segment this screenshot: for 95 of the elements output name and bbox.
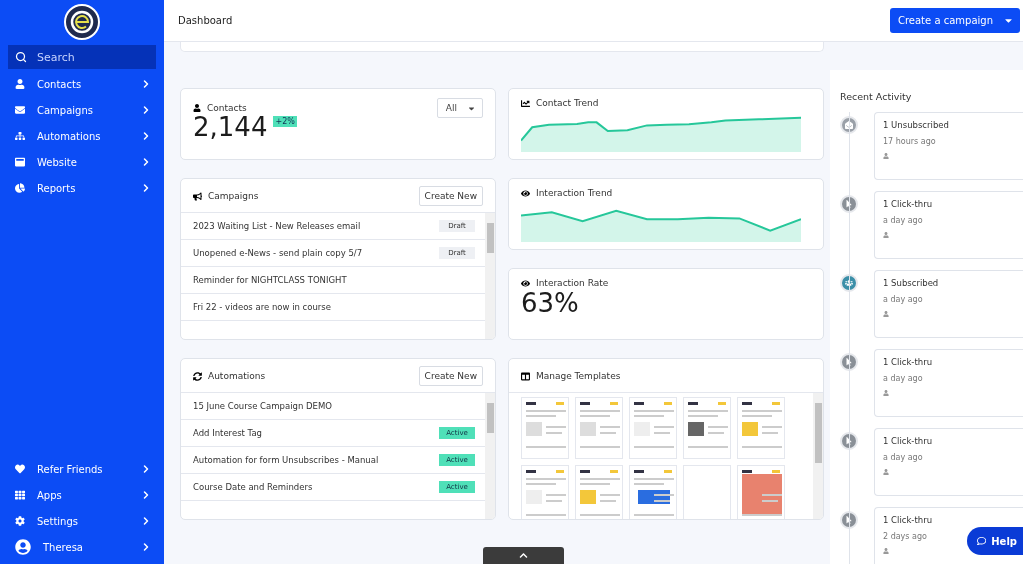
card-title: Contact Trend: [536, 98, 599, 108]
nav-item[interactable]: Contacts: [8, 71, 156, 97]
nav-item[interactable]: Automations: [8, 123, 156, 149]
activity-time: a day ago: [883, 216, 924, 225]
search-icon: [15, 51, 27, 63]
activity-card[interactable]: 1 Click-thru a day ago: [874, 349, 1023, 417]
template-thumbnail[interactable]: [683, 397, 731, 459]
activity-time: a day ago: [883, 374, 924, 383]
create-campaign-button[interactable]: Create a campaign: [889, 8, 1020, 33]
eye-icon: [521, 278, 530, 288]
activity-time: 2 days ago: [883, 532, 928, 541]
template-thumbnail[interactable]: [629, 465, 677, 519]
card-title: Campaigns: [208, 191, 259, 201]
nav-item[interactable]: Theresa: [8, 534, 156, 560]
person-icon: [883, 311, 889, 317]
avatar-icon: [15, 539, 31, 555]
nav-item[interactable]: Settings: [8, 508, 156, 534]
row-title: Reminder for NIGHTCLASS TONIGHT: [193, 275, 347, 285]
person-icon: [15, 79, 25, 89]
logo-icon[interactable]: [64, 4, 100, 40]
activity-card[interactable]: 1 Subscribed a day ago: [874, 270, 1023, 338]
person-icon: [883, 548, 889, 554]
person-icon: [193, 104, 201, 112]
filter-dropdown[interactable]: All: [436, 98, 483, 118]
row-title: Add Interest Tag: [193, 428, 262, 438]
search-field[interactable]: Search: [8, 45, 156, 69]
nav-item[interactable]: Website: [8, 149, 156, 175]
scrollbar[interactable]: [485, 213, 495, 339]
person-icon: [883, 232, 889, 238]
contacts-count: 2,144: [193, 112, 268, 142]
activity-title: 1 Click-thru: [883, 515, 934, 525]
row-title: 15 June Course Campaign DEMO: [193, 401, 332, 411]
activity-card[interactable]: 1 Click-thru a day ago: [874, 191, 1023, 259]
template-thumbnail[interactable]: [737, 465, 785, 519]
card-title: Interaction Rate: [536, 278, 609, 288]
activity-title: 1 Unsubscribed: [883, 120, 950, 130]
window-icon: [15, 157, 25, 167]
activity-card[interactable]: 1 Click-thru a day ago: [874, 428, 1023, 496]
list-row[interactable]: Fri 22 - videos are now in course: [181, 294, 485, 321]
activity-time: 17 hours ago: [883, 137, 937, 146]
template-thumbnail[interactable]: [521, 465, 569, 519]
list-row[interactable]: Reminder for NIGHTCLASS TONIGHT: [181, 267, 485, 294]
nav-item[interactable]: Reports: [8, 175, 156, 201]
scroll-up-button[interactable]: [483, 547, 564, 564]
template-thumbnail[interactable]: [575, 465, 623, 519]
scrollbar[interactable]: [813, 393, 823, 519]
activity-title: 1 Click-thru: [883, 436, 934, 446]
template-icon: [521, 371, 530, 381]
sitemap-icon: [15, 131, 25, 141]
person-icon: [883, 153, 889, 159]
grid-icon: [15, 490, 25, 500]
card-title: Automations: [208, 371, 266, 381]
nav-item[interactable]: Refer Friends: [8, 456, 156, 482]
row-title: Course Date and Reminders: [193, 482, 313, 492]
card-title: Interaction Trend: [536, 188, 613, 198]
nav-item[interactable]: Apps: [8, 482, 156, 508]
refresh-icon: [193, 371, 202, 381]
template-thumbnail[interactable]: [575, 397, 623, 459]
megaphone-icon: [193, 191, 202, 201]
activity-card[interactable]: 1 Unsubscribed 17 hours ago: [874, 112, 1023, 180]
chat-icon: [977, 535, 987, 547]
template-thumbnail[interactable]: [521, 397, 569, 459]
eye-icon: [521, 188, 530, 198]
create-new-button[interactable]: Create New: [418, 366, 483, 386]
panel-title: Recent Activity: [840, 91, 913, 102]
trend-icon: [521, 98, 530, 108]
card-title: Manage Templates: [536, 371, 621, 381]
activity-title: 1 Click-thru: [883, 357, 934, 367]
pie-chart-icon: [15, 183, 25, 193]
row-title: Automation for form Unsubscribes - Manual: [193, 455, 379, 465]
person-icon: [883, 469, 889, 475]
heart-icon: [15, 464, 25, 474]
person-icon: [883, 390, 889, 396]
template-thumbnail[interactable]: [629, 397, 677, 459]
activity-time: a day ago: [883, 295, 924, 304]
template-thumbnail[interactable]: [683, 465, 731, 519]
chevron-icon: [519, 551, 528, 560]
change-badge: +2%: [273, 116, 297, 127]
scrollbar[interactable]: [485, 393, 495, 519]
card-title: Contacts: [207, 103, 247, 113]
envelope-icon: [15, 105, 25, 115]
row-title: Fri 22 - videos are now in course: [193, 302, 332, 312]
row-title: 2023 Waiting List - New Releases email: [193, 221, 361, 231]
list-row[interactable]: 15 June Course Campaign DEMO: [181, 393, 485, 420]
create-new-button[interactable]: Create New: [418, 186, 483, 206]
activity-time: a day ago: [883, 453, 924, 462]
activity-title: 1 Click-thru: [883, 199, 934, 209]
row-title: Unopened e-News - send plain copy 5/7: [193, 248, 363, 258]
page-title: Dashboard: [178, 15, 233, 26]
help-button[interactable]: Help: [967, 527, 1023, 555]
nav-item[interactable]: Campaigns: [8, 97, 156, 123]
activity-title: 1 Subscribed: [883, 278, 940, 288]
template-thumbnail[interactable]: [737, 397, 785, 459]
rate-value: 63%: [520, 288, 580, 318]
settings-icon: [15, 516, 25, 526]
